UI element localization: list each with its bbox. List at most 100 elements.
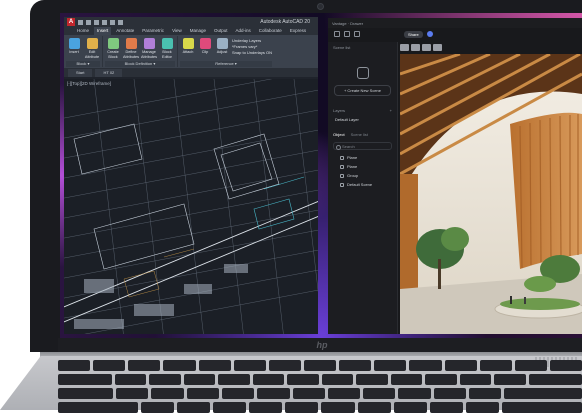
object-item[interactable]: Group [328, 171, 397, 180]
cad-drawing [64, 79, 318, 334]
reference-option[interactable]: Snap to Underlays ON [232, 50, 272, 55]
panel-toggle-icon[interactable] [334, 31, 340, 37]
object-icon [340, 164, 344, 169]
file-tab[interactable]: HT 02 [95, 69, 123, 77]
attach-icon [182, 38, 194, 49]
object-label: Group [347, 173, 359, 178]
view-thumbnails [400, 44, 442, 51]
panel-block: Insert Edit Attribute Block ▾ [66, 36, 103, 67]
object-item[interactable]: Default Scene [328, 180, 397, 189]
render-viewport[interactable] [400, 54, 582, 334]
adjust-icon [216, 38, 228, 49]
layers-header: Layers [333, 108, 346, 113]
reference-options: Underlay Layers *Frames vary* Snap to Unde… [232, 36, 272, 61]
object-icon [340, 182, 344, 187]
clip-icon [199, 38, 211, 49]
tool-define-attributes[interactable]: Define Attributes [123, 36, 139, 61]
tool-clip[interactable]: Clip [197, 36, 213, 61]
print-icon[interactable] [102, 19, 107, 25]
architecture-render [400, 54, 582, 334]
tool-edit-attribute[interactable]: Edit Attribute [84, 36, 100, 61]
object-icon [340, 173, 344, 178]
object-list: Plane Plane Group Default Scene [328, 153, 397, 189]
layer-item[interactable]: Default Layer [328, 115, 397, 124]
tab-insert[interactable]: Insert [94, 27, 112, 35]
reference-option[interactable]: *Frames vary* [232, 44, 272, 49]
panel-title-block-definition[interactable]: Block Definition ▾ [105, 61, 175, 67]
thumbnail[interactable] [400, 44, 409, 51]
webcam [317, 3, 324, 10]
tab-express[interactable]: Express [287, 27, 309, 35]
thumbnail[interactable] [422, 44, 431, 51]
panel-block-definition: Create Block Define Attributes Manage Attr… [105, 36, 178, 67]
tool-create-block[interactable]: Create Block [105, 36, 121, 61]
tool-label: Define Attributes [122, 50, 140, 59]
tab-scene-list[interactable]: Scene list [351, 132, 368, 137]
file-tabs: Start HT 02 [64, 69, 318, 77]
drawing-viewport[interactable]: [-][Top][2D Wireframe] [64, 79, 318, 334]
window-title: Autodesk AutoCAD 20 [260, 19, 310, 25]
scene-icon [356, 67, 369, 79]
new-file-icon[interactable] [78, 19, 83, 25]
tool-block-editor[interactable]: Block Editor [159, 36, 175, 61]
open-file-icon[interactable] [86, 19, 91, 25]
tool-manage-attributes[interactable]: Manage Attributes [141, 36, 157, 61]
tab-home[interactable]: Home [74, 27, 92, 35]
tool-attach[interactable]: Attach [180, 36, 196, 61]
reference-option[interactable]: Underlay Layers [232, 38, 272, 43]
tool-label: Insert [69, 50, 79, 54]
tab-add-ins[interactable]: Add-ins [233, 27, 254, 35]
tool-label: Attach [182, 50, 194, 54]
layers-section: Layers + [328, 102, 397, 115]
scenes-header: Scene list [333, 45, 351, 50]
autocad-window: A Autodesk AutoCAD 20 Home Insert Annotate… [64, 17, 318, 334]
tab-output[interactable]: Output [211, 27, 231, 35]
object-label: Default Scene [347, 182, 373, 187]
undo-icon[interactable] [344, 31, 350, 37]
search-input[interactable]: Search [333, 142, 392, 150]
panel-title-block[interactable]: Block ▾ [66, 61, 100, 67]
autocad-logo-icon[interactable]: A [67, 18, 75, 26]
tab-view[interactable]: View [169, 27, 185, 35]
object-item[interactable]: Plane [328, 153, 397, 162]
panel-title-reference[interactable]: Reference ▾ [180, 61, 273, 67]
tool-label: Create Block [107, 50, 119, 59]
file-tab[interactable]: Start [68, 69, 93, 77]
tool-adjust[interactable]: Adjust [214, 36, 230, 61]
redo-icon[interactable] [354, 31, 360, 37]
create-scene-button[interactable]: + Create New Scene [334, 85, 391, 96]
hp-logo: hp [316, 340, 328, 350]
add-layer-icon[interactable]: + [390, 108, 392, 113]
viewport-controls[interactable]: [-][Top][2D Wireframe] [67, 81, 111, 86]
redo-icon[interactable] [118, 19, 123, 25]
tool-insert[interactable]: Insert [66, 36, 82, 61]
tab-annotate[interactable]: Annotate [113, 27, 137, 35]
object-label: Plane [347, 155, 358, 160]
tool-label: Manage Attributes [140, 50, 158, 59]
undo-icon[interactable] [110, 19, 115, 25]
scene-sidebar: Scene list + Create New Scene Layers + D… [328, 42, 398, 334]
create-block-icon [107, 38, 119, 49]
render-app-window: Vantage · Drawer Share Scene list + Crea… [328, 18, 582, 334]
tab-manage[interactable]: Manage [187, 27, 209, 35]
define-attributes-icon [125, 38, 137, 49]
tool-label: Block Editor [162, 50, 172, 59]
tab-object[interactable]: Object [333, 132, 345, 137]
tab-collaborate[interactable]: Collaborate [256, 27, 285, 35]
object-label: Plane [347, 164, 358, 169]
quick-access-toolbar: A Autodesk AutoCAD 20 [64, 17, 318, 27]
share-button[interactable]: Share [404, 30, 423, 38]
save-icon[interactable] [94, 19, 99, 25]
edit-attribute-icon [86, 38, 98, 49]
user-avatar[interactable] [426, 31, 433, 37]
thumbnail[interactable] [433, 44, 442, 51]
tab-parametric[interactable]: Parametric [139, 27, 167, 35]
laptop-screen: A Autodesk AutoCAD 20 Home Insert Annotate… [60, 13, 582, 338]
object-item[interactable]: Plane [328, 162, 397, 171]
thumbnail[interactable] [411, 44, 420, 51]
object-icon [340, 155, 344, 160]
ribbon-tabs: Home Insert Annotate Parametric View Manage Ou… [64, 27, 318, 35]
block-editor-icon [161, 38, 173, 49]
tool-label: Clip [201, 50, 209, 54]
insert-icon [68, 38, 80, 49]
